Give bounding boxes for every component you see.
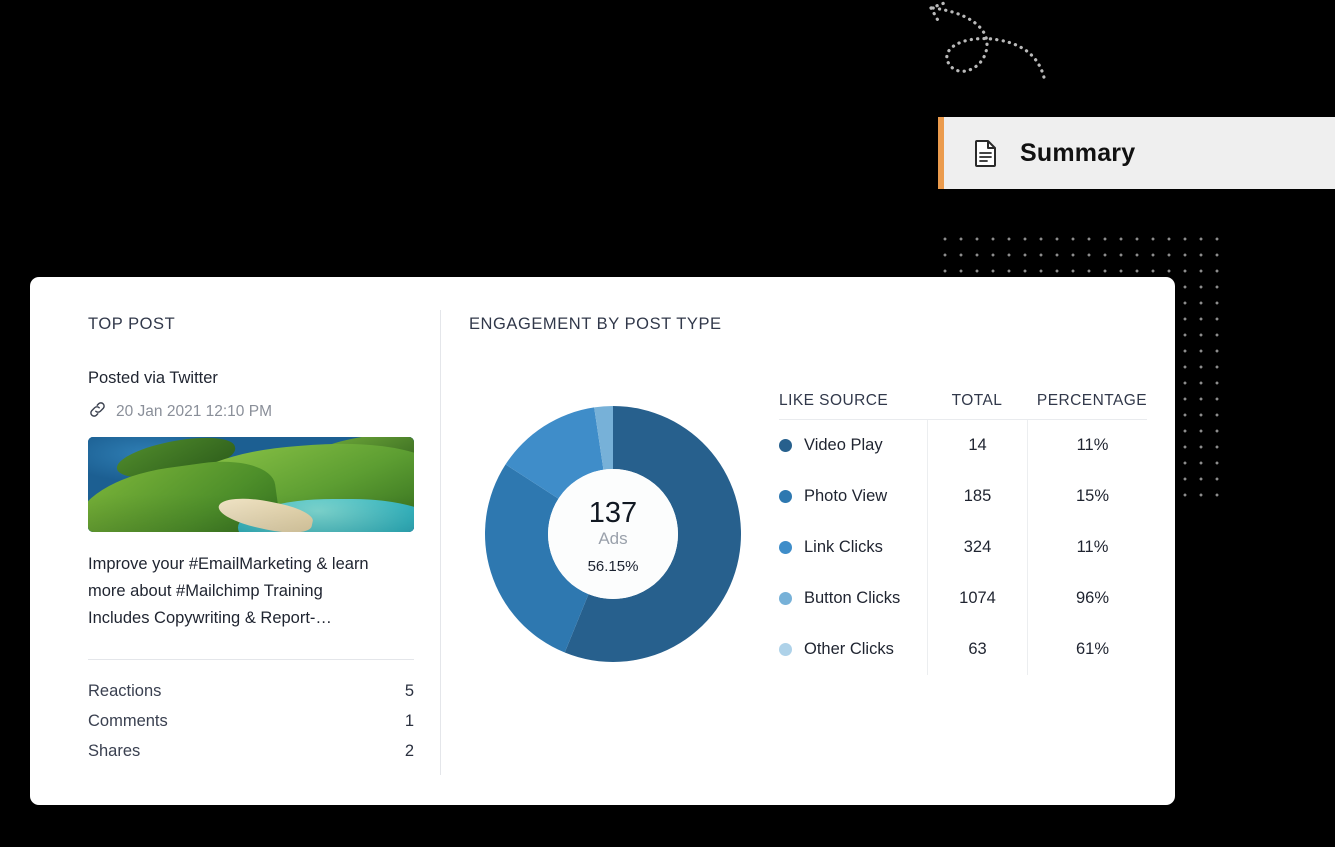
top-post-section: TOP POST Posted via Twitter 20 Jan 2021 … [30,277,440,805]
source-label: Video Play [804,436,883,454]
source-label: Button Clicks [804,589,901,607]
summary-tab[interactable]: Summary [938,117,1335,189]
cell-total: 63 [927,624,1027,675]
donut-chart-wrap: 137 Ads 56.15% [469,380,769,675]
stat-row: Comments 1 [88,706,414,736]
like-source-table: LIKE SOURCE TOTAL PERCENTAGE Video Play 1… [779,380,1159,675]
donut-chart[interactable]: 137 Ads 56.15% [485,406,742,662]
donut-center-percent: 56.15% [587,557,639,575]
post-stats: Reactions 5 Comments 1 Shares 2 [88,676,414,766]
cell-total: 324 [927,522,1027,573]
source-label: Other Clicks [804,640,894,658]
table-row[interactable]: Video Play 14 11% [779,420,1159,471]
screen-root: Summary TOP POST Posted via Twitter 20 J… [0,0,1335,847]
report-card: TOP POST Posted via Twitter 20 Jan 2021 … [30,277,1175,805]
cell-source: Button Clicks [779,589,927,608]
stats-divider [88,659,414,660]
stat-label: Comments [88,712,168,730]
donut-center-label: Ads [598,528,628,548]
cell-source: Video Play [779,436,927,455]
table-row[interactable]: Button Clicks 1074 96% [779,573,1159,624]
cell-total: 185 [927,471,1027,522]
dotted-arrow-annotation [925,0,1065,108]
engagement-section: ENGAGEMENT BY POST TYPE 137 Ads 56.15% L… [440,277,1175,805]
post-thumbnail[interactable] [88,437,414,532]
table-header-row: LIKE SOURCE TOTAL PERCENTAGE [779,380,1159,410]
cell-source: Photo View [779,487,927,506]
summary-tab-label: Summary [1020,138,1136,167]
thumbnail-shade [88,437,414,532]
posted-via-label: Posted via Twitter [88,369,218,387]
donut-center-value: 137 [588,496,638,529]
cell-percentage: 11% [1027,522,1157,573]
cell-percentage: 15% [1027,471,1157,522]
legend-color-dot [779,439,792,452]
column-divider [440,310,441,775]
stat-label: Shares [88,742,141,760]
post-text: Improve your #EmailMarketing & learn mor… [88,555,369,627]
table-row[interactable]: Link Clicks 324 11% [779,522,1159,573]
engagement-title: ENGAGEMENT BY POST TYPE [469,315,722,333]
stat-row: Shares 2 [88,736,414,766]
chart-area: 137 Ads 56.15% LIKE SOURCE TOTAL PERCENT… [469,380,1175,675]
table-row[interactable]: Photo View 185 15% [779,471,1159,522]
cell-source: Link Clicks [779,538,927,557]
source-label: Link Clicks [804,538,883,556]
cell-percentage: 61% [1027,624,1157,675]
top-post-title: TOP POST [88,315,176,333]
stat-label: Reactions [88,682,162,700]
cell-total: 1074 [927,573,1027,624]
legend-color-dot [779,592,792,605]
stat-row: Reactions 5 [88,676,414,706]
table-row[interactable]: Other Clicks 63 61% [779,624,1159,675]
cell-percentage: 11% [1027,420,1157,471]
link-icon [88,400,107,424]
document-icon [974,138,1000,168]
stat-value: 5 [404,682,414,700]
legend-color-dot [779,490,792,503]
col-header-source: LIKE SOURCE [779,392,889,409]
cell-percentage: 96% [1027,573,1157,624]
donut-center: 137 Ads 56.15% [548,469,678,599]
legend-color-dot [779,541,792,554]
cell-source: Other Clicks [779,640,927,659]
stat-value: 2 [404,742,414,760]
post-date: 20 Jan 2021 12:10 PM [116,403,272,420]
source-label: Photo View [804,487,888,505]
col-header-total: TOTAL [951,392,1003,409]
cell-total: 14 [927,420,1027,471]
stat-value: 1 [404,712,414,730]
col-header-percentage: PERCENTAGE [1036,392,1148,409]
post-meta-row: 20 Jan 2021 12:10 PM [88,400,440,424]
legend-color-dot [779,643,792,656]
table-body: Video Play 14 11% Photo View 185 15% Link Clic… [779,420,1159,675]
